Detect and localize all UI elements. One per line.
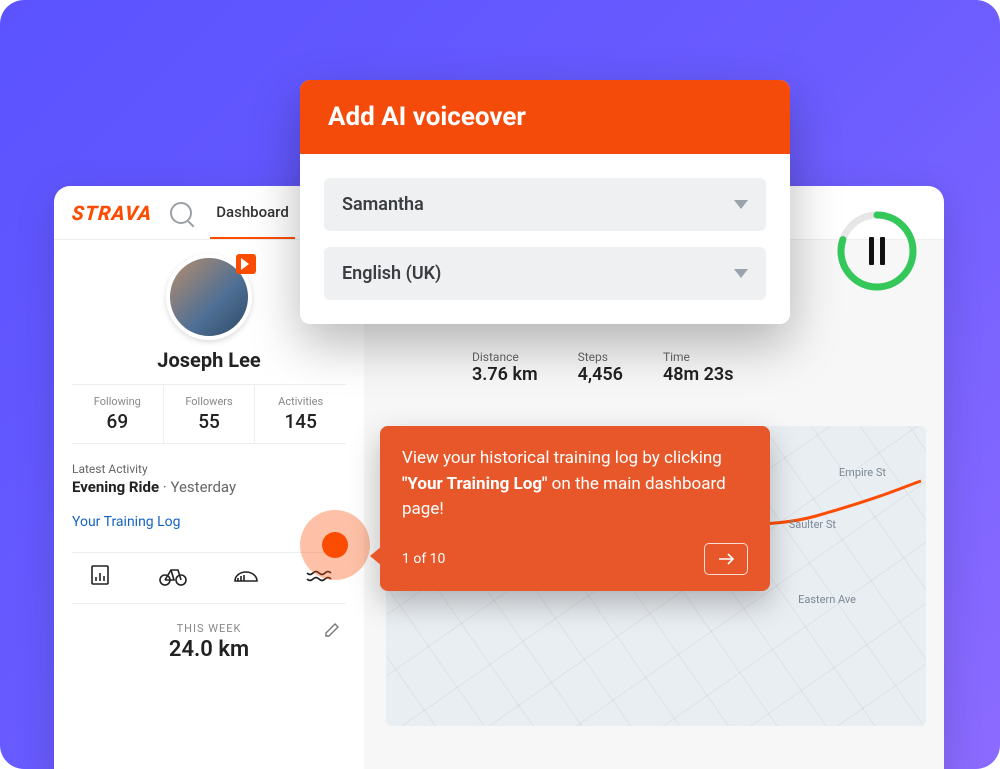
latest-activity-label: Latest Activity <box>72 462 346 476</box>
map-street-label: Saulter St <box>789 518 836 531</box>
tooltip-footer: 1 of 10 <box>402 543 748 575</box>
metric-steps: Steps 4,456 <box>578 350 623 385</box>
metric-label: Steps <box>578 350 623 364</box>
search-icon[interactable] <box>170 202 192 224</box>
activity-metrics: Distance 3.76 km Steps 4,456 Time 48m 23… <box>472 350 926 385</box>
map-street-label: Empire St <box>839 466 886 479</box>
pause-button[interactable] <box>836 210 918 292</box>
this-week-block: THIS WEEK 24.0 km <box>72 622 346 662</box>
tooltip-step: 1 of 10 <box>402 551 445 567</box>
stat-label: Followers <box>164 395 255 408</box>
metric-label: Time <box>663 350 734 364</box>
subscriber-badge-icon <box>236 254 256 274</box>
profile-stats: Following 69 Followers 55 Activities 145 <box>72 384 346 444</box>
stat-label: Activities <box>255 395 346 408</box>
metric-label: Distance <box>472 350 538 364</box>
all-activities-icon[interactable] <box>72 563 127 593</box>
dropdown-value: English (UK) <box>342 263 441 284</box>
modal-title: Add AI voiceover <box>300 80 790 154</box>
edit-icon[interactable] <box>324 622 340 642</box>
stat-followers[interactable]: Followers 55 <box>163 385 255 443</box>
stat-label: Following <box>72 395 163 408</box>
next-button[interactable] <box>704 543 748 575</box>
brand-logo: STRAVA <box>71 201 153 225</box>
this-week-value: 24.0 km <box>72 637 346 662</box>
voice-dropdown[interactable]: Samantha <box>324 178 766 231</box>
map-street-label: Eastern Ave <box>798 593 856 606</box>
run-icon[interactable] <box>218 563 273 593</box>
dropdown-value: Samantha <box>342 194 424 215</box>
language-dropdown[interactable]: English (UK) <box>324 247 766 300</box>
chevron-down-icon <box>734 200 748 209</box>
metric-value: 4,456 <box>578 364 623 385</box>
latest-activity-title[interactable]: Evening Ride · Yesterday <box>72 478 346 496</box>
metric-value: 48m 23s <box>663 364 734 385</box>
this-week-label: THIS WEEK <box>72 622 346 635</box>
tooltip-text: View your historical training log by cli… <box>402 446 748 523</box>
profile-name: Joseph Lee <box>72 348 346 372</box>
walkthrough-tooltip: View your historical training log by cli… <box>380 426 770 591</box>
tooltip-text-before: View your historical training log by cli… <box>402 448 722 468</box>
activity-name: Evening Ride <box>72 478 159 496</box>
hotspot-marker-icon[interactable] <box>300 510 370 580</box>
metric-time: Time 48m 23s <box>663 350 734 385</box>
stat-value: 69 <box>72 410 163 433</box>
page-canvas: STRAVA Dashboard Joseph Lee Following 69… <box>0 0 1000 769</box>
stat-following[interactable]: Following 69 <box>72 385 163 443</box>
metric-distance: Distance 3.76 km <box>472 350 538 385</box>
stat-activities[interactable]: Activities 145 <box>254 385 346 443</box>
metric-value: 3.76 km <box>472 364 538 385</box>
stat-value: 145 <box>255 410 346 433</box>
bike-icon[interactable] <box>145 563 200 593</box>
voiceover-modal: Add AI voiceover Samantha English (UK) <box>300 80 790 324</box>
tab-dashboard[interactable]: Dashboard <box>210 187 295 239</box>
arrow-right-icon <box>717 552 735 566</box>
tooltip-bold: "Your Training Log" <box>402 474 547 494</box>
avatar-wrap <box>166 254 252 340</box>
modal-body: Samantha English (UK) <box>300 154 790 324</box>
stat-value: 55 <box>164 410 255 433</box>
pause-icon <box>869 237 885 265</box>
training-log-link[interactable]: Your Training Log <box>72 514 181 530</box>
activity-when: · Yesterday <box>163 478 236 496</box>
chevron-down-icon <box>734 269 748 278</box>
